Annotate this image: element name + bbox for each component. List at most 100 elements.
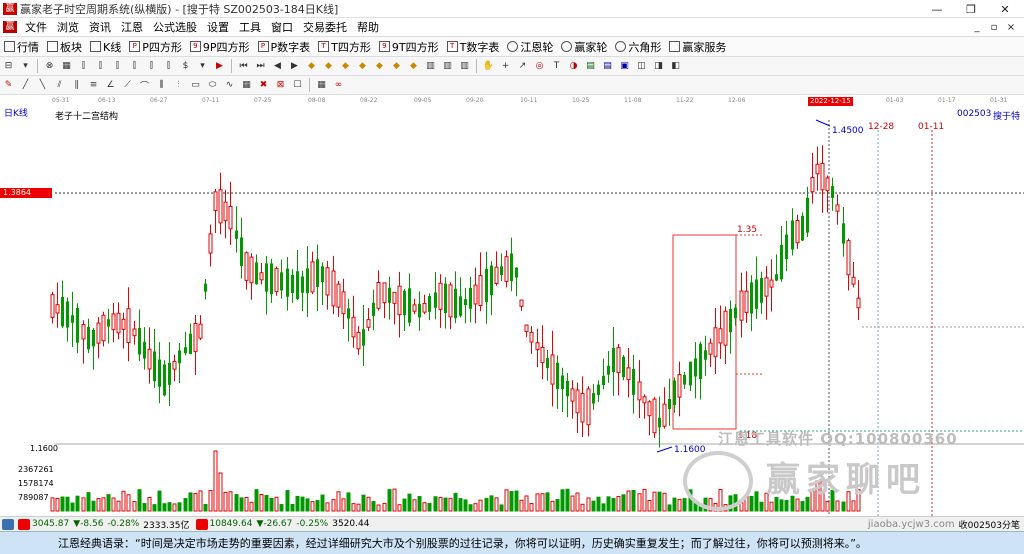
- tb-p-table[interactable]: P P数字表: [254, 37, 315, 57]
- ellipse-icon[interactable]: ⬭: [205, 78, 220, 93]
- ray-icon[interactable]: ╲: [35, 78, 50, 93]
- parallel-icon[interactable]: ∥: [69, 78, 84, 93]
- wave-icon[interactable]: ∿: [222, 78, 237, 93]
- tb-sector[interactable]: 板块: [43, 37, 86, 57]
- flag-icon[interactable]: ▶: [212, 59, 227, 74]
- volume-bar-down: [514, 490, 519, 512]
- diamond4-icon[interactable]: ◆: [355, 59, 370, 74]
- menu-gann[interactable]: 江恩: [116, 18, 148, 37]
- menu-file[interactable]: 文件: [20, 18, 52, 37]
- dollar-icon[interactable]: $: [178, 59, 193, 74]
- bars-icon[interactable]: ▥: [423, 59, 438, 74]
- time-icon[interactable]: ⫶: [171, 78, 186, 93]
- diamond-icon[interactable]: ◆: [304, 59, 319, 74]
- tool-c-icon[interactable]: ▤: [600, 59, 615, 74]
- volume-bar-down: [458, 498, 463, 512]
- candle-body-up: [228, 205, 233, 230]
- volume-bar-down: [162, 503, 167, 512]
- candle2-icon[interactable]: ⫿: [93, 59, 108, 74]
- fib-icon[interactable]: ≡: [86, 78, 101, 93]
- chart-panel[interactable]: 12-28 01-11 1.35 1.18 1.4500 1.1600 日K线 老子十二宫…: [0, 106, 1024, 516]
- tb-9t-square[interactable]: 9 9T四方形: [375, 37, 443, 57]
- crosshair-icon[interactable]: +: [498, 59, 513, 74]
- arrow-icon[interactable]: ↗: [515, 59, 530, 74]
- candle3-icon[interactable]: ⫿: [110, 59, 125, 74]
- volume-bar-down: [417, 496, 422, 512]
- bars2-icon[interactable]: ▥: [440, 59, 455, 74]
- tool-d-icon[interactable]: ▣: [617, 59, 632, 74]
- arc-icon[interactable]: ⌒: [137, 78, 152, 93]
- menu-formula[interactable]: 公式选股: [148, 18, 202, 37]
- text-tool-icon[interactable]: T: [549, 59, 564, 74]
- cycle-icon[interactable]: ⫼: [154, 78, 169, 93]
- minimize-button[interactable]: —: [920, 0, 954, 18]
- diamond6-icon[interactable]: ◆: [389, 59, 404, 74]
- mdi-close-button[interactable]: ×: [1004, 18, 1018, 37]
- date-tick: 05-31: [52, 97, 70, 104]
- fan-icon[interactable]: ⊗: [42, 59, 57, 74]
- candle-icon[interactable]: ⫿: [76, 59, 91, 74]
- close-button[interactable]: ✕: [988, 0, 1022, 18]
- menu-browse[interactable]: 浏览: [52, 18, 84, 37]
- tb-service[interactable]: 赢家服务: [665, 37, 730, 57]
- diamond5-icon[interactable]: ◆: [372, 59, 387, 74]
- sheet-icon[interactable]: ▦: [314, 78, 329, 93]
- candle-body-down: [372, 302, 375, 317]
- tool-f-icon[interactable]: ◨: [651, 59, 666, 74]
- tb-t-square[interactable]: T T四方形: [314, 37, 375, 57]
- tool-e-icon[interactable]: ◫: [634, 59, 649, 74]
- grid2-icon[interactable]: ▦: [239, 78, 254, 93]
- tb-hexagon[interactable]: 六角形: [611, 37, 665, 57]
- menu-window[interactable]: 窗口: [266, 18, 298, 37]
- grid-tool-icon[interactable]: ▦: [59, 59, 74, 74]
- cursor-icon[interactable]: ⊟: [1, 59, 16, 74]
- tool-g-icon[interactable]: ◧: [668, 59, 683, 74]
- fan2-icon[interactable]: ⟋: [120, 78, 135, 93]
- tb-p-square[interactable]: P P四方形: [125, 37, 186, 57]
- tool-a-icon[interactable]: ◑: [566, 59, 581, 74]
- delete-icon[interactable]: ⊠: [273, 78, 288, 93]
- volume-bar-down: [361, 494, 366, 512]
- diamond7-icon[interactable]: ◆: [406, 59, 421, 74]
- eraser-icon[interactable]: ✖: [256, 78, 271, 93]
- candle-body-down: [490, 265, 493, 296]
- tool-b-icon[interactable]: ▤: [583, 59, 598, 74]
- maximize-button[interactable]: ❐: [954, 0, 988, 18]
- angle-icon[interactable]: ∠: [103, 78, 118, 93]
- menu-tools[interactable]: 工具: [234, 18, 266, 37]
- tb-quotes[interactable]: 行情: [0, 37, 43, 57]
- infinity-icon[interactable]: ∞: [331, 78, 346, 93]
- tb-9p-square[interactable]: 9 9P四方形: [186, 37, 254, 57]
- dropdown2-icon[interactable]: ▾: [195, 59, 210, 74]
- diamond2-icon[interactable]: ◆: [321, 59, 336, 74]
- circle-tool-icon[interactable]: ◎: [532, 59, 547, 74]
- mdi-minimize-button[interactable]: _: [970, 18, 984, 37]
- rect-icon[interactable]: ▭: [188, 78, 203, 93]
- bars3-icon[interactable]: ▥: [457, 59, 472, 74]
- menu-news[interactable]: 资讯: [84, 18, 116, 37]
- line-icon[interactable]: ╱: [18, 78, 33, 93]
- next-icon[interactable]: ⏭: [253, 59, 268, 74]
- menu-help[interactable]: 帮助: [352, 18, 384, 37]
- menu-trade[interactable]: 交易委托: [298, 18, 352, 37]
- grid-status-icon[interactable]: [2, 518, 14, 530]
- app-logo-icon: 赢: [3, 2, 17, 15]
- menu-settings[interactable]: 设置: [202, 18, 234, 37]
- dropdown-icon[interactable]: ▾: [18, 59, 33, 74]
- play-icon[interactable]: ▶: [287, 59, 302, 74]
- channel-icon[interactable]: ⫽: [52, 78, 67, 93]
- prev-icon[interactable]: ◀: [270, 59, 285, 74]
- candle4-icon[interactable]: ⫿: [127, 59, 142, 74]
- mdi-restore-button[interactable]: ▫: [987, 18, 1001, 37]
- tb-t-table[interactable]: T T数字表: [443, 37, 504, 57]
- hand-icon[interactable]: ✋: [481, 59, 496, 74]
- candle5-icon[interactable]: ⫿: [144, 59, 159, 74]
- box-icon[interactable]: ☐: [290, 78, 305, 93]
- pen-icon[interactable]: ✎: [1, 78, 16, 93]
- tb-gann-wheel[interactable]: 江恩轮: [503, 37, 557, 57]
- first-icon[interactable]: ⏮: [236, 59, 251, 74]
- tb-kline[interactable]: K线: [86, 37, 125, 57]
- diamond3-icon[interactable]: ◆: [338, 59, 353, 74]
- bar-icon[interactable]: ⫿: [161, 59, 176, 74]
- tb-winner-wheel[interactable]: 赢家轮: [557, 37, 611, 57]
